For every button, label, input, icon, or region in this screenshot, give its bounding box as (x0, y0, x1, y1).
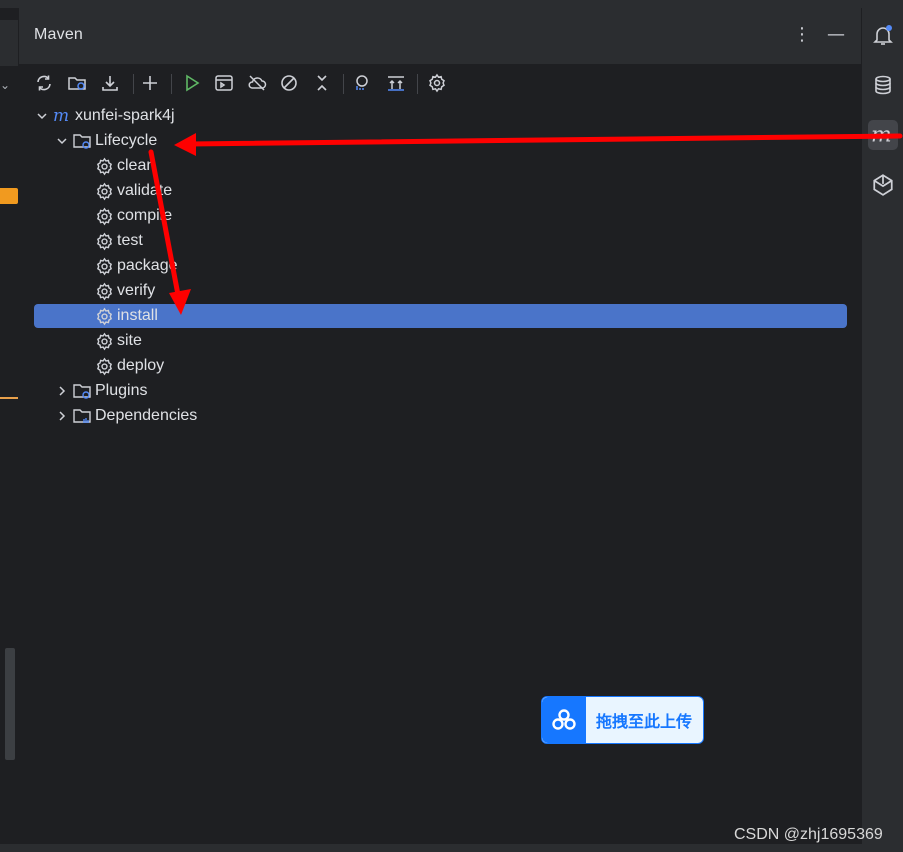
panel-title: Maven (34, 26, 84, 43)
goal-label: compile (117, 207, 173, 224)
change-marker (0, 397, 18, 399)
goal-label: test (117, 232, 143, 249)
gear-icon (94, 256, 114, 276)
goal-label: site (117, 332, 142, 349)
lifecycle-goal-verify[interactable]: verify (34, 279, 847, 303)
chevron-down-icon[interactable]: ⌄ (0, 78, 10, 92)
lifecycle-goal-install[interactable]: install (34, 304, 847, 328)
lifecycle-goal-test[interactable]: test (34, 229, 847, 253)
panel-header: Maven ⋮ — (19, 8, 861, 64)
upload-drop-badge[interactable]: 拖拽至此上传 (541, 696, 704, 744)
upload-label: 拖拽至此上传 (596, 712, 693, 731)
database-icon[interactable] (868, 70, 898, 100)
more-vert-icon[interactable]: ⋮ (791, 24, 813, 46)
cloud-upload-icon (542, 697, 586, 743)
tree-project[interactable]: m xunfei-spark4j (34, 104, 847, 128)
notifications-icon[interactable] (868, 20, 898, 50)
window-top-border (0, 0, 903, 8)
plugins-folder-icon (72, 381, 92, 401)
toolbar-separator (343, 74, 344, 94)
goal-label: validate (117, 182, 173, 199)
maven-tool-window: Maven ⋮ — m xunfei-spark4j Lifecycle cle… (19, 8, 861, 844)
goal-label: verify (117, 282, 156, 299)
plugins-label: Plugins (95, 382, 148, 399)
ai-assistant-icon[interactable] (868, 170, 898, 200)
tree-lifecycle[interactable]: Lifecycle (34, 129, 847, 153)
reload-folder-icon[interactable] (64, 70, 90, 96)
editor-tab-stub (0, 20, 18, 66)
settings-icon[interactable] (424, 70, 450, 96)
lifecycle-goal-package[interactable]: package (34, 254, 847, 278)
download-icon[interactable] (97, 70, 123, 96)
lifecycle-goal-site[interactable]: site (34, 329, 847, 353)
tree-dependencies[interactable]: Dependencies (34, 404, 847, 428)
run-icon[interactable] (179, 70, 205, 96)
svg-text:m: m (53, 106, 69, 126)
gear-icon (94, 356, 114, 376)
goal-label: deploy (117, 357, 165, 374)
offline-icon[interactable] (244, 70, 270, 96)
right-tool-strip: m (862, 8, 903, 844)
show-dependencies-icon[interactable] (349, 70, 375, 96)
editor-gutter: ⌄ (0, 8, 20, 844)
gear-icon (94, 156, 114, 176)
chevron-right-icon[interactable] (54, 383, 70, 399)
goal-label: clean (117, 157, 156, 174)
status-bar (0, 844, 903, 852)
watermark: CSDN @zhj1695369 (734, 826, 883, 843)
gear-icon (94, 181, 114, 201)
editor-scrollbar[interactable] (5, 648, 15, 760)
minimize-icon[interactable]: — (825, 24, 847, 46)
toggle-profile-icon[interactable] (383, 70, 409, 96)
maven-toolbar (19, 66, 861, 100)
chevron-right-icon[interactable] (54, 408, 70, 424)
lifecycle-goal-clean[interactable]: clean (34, 154, 847, 178)
skip-tests-icon[interactable] (276, 70, 302, 96)
project-label: xunfei-spark4j (75, 107, 175, 124)
toolbar-separator (417, 74, 418, 94)
chevron-down-icon[interactable] (54, 133, 70, 149)
lifecycle-label: Lifecycle (95, 132, 158, 149)
execute-goal-icon[interactable] (211, 70, 237, 96)
gear-icon (94, 331, 114, 351)
gear-icon (94, 306, 114, 326)
maven-icon[interactable]: m (868, 120, 898, 150)
lifecycle-goal-validate[interactable]: validate (34, 179, 847, 203)
tree-plugins[interactable]: Plugins (34, 379, 847, 403)
reload-icon[interactable] (31, 70, 57, 96)
gear-icon (94, 206, 114, 226)
toolbar-separator (133, 74, 134, 94)
warning-marker (0, 188, 18, 204)
dependencies-label: Dependencies (95, 407, 198, 424)
svg-text:m: m (871, 123, 892, 147)
collapse-icon[interactable] (309, 70, 335, 96)
goal-label: install (117, 307, 158, 324)
lifecycle-folder-icon (72, 131, 92, 151)
gear-icon (94, 231, 114, 251)
chevron-down-icon[interactable] (34, 108, 50, 124)
maven-project-icon: m (52, 106, 72, 126)
lifecycle-goal-deploy[interactable]: deploy (34, 354, 847, 378)
goal-label: package (117, 257, 178, 274)
lifecycle-goal-compile[interactable]: compile (34, 204, 847, 228)
gear-icon (94, 281, 114, 301)
toolbar-separator (171, 74, 172, 94)
add-icon[interactable] (137, 70, 163, 96)
dependencies-folder-icon (72, 406, 92, 426)
